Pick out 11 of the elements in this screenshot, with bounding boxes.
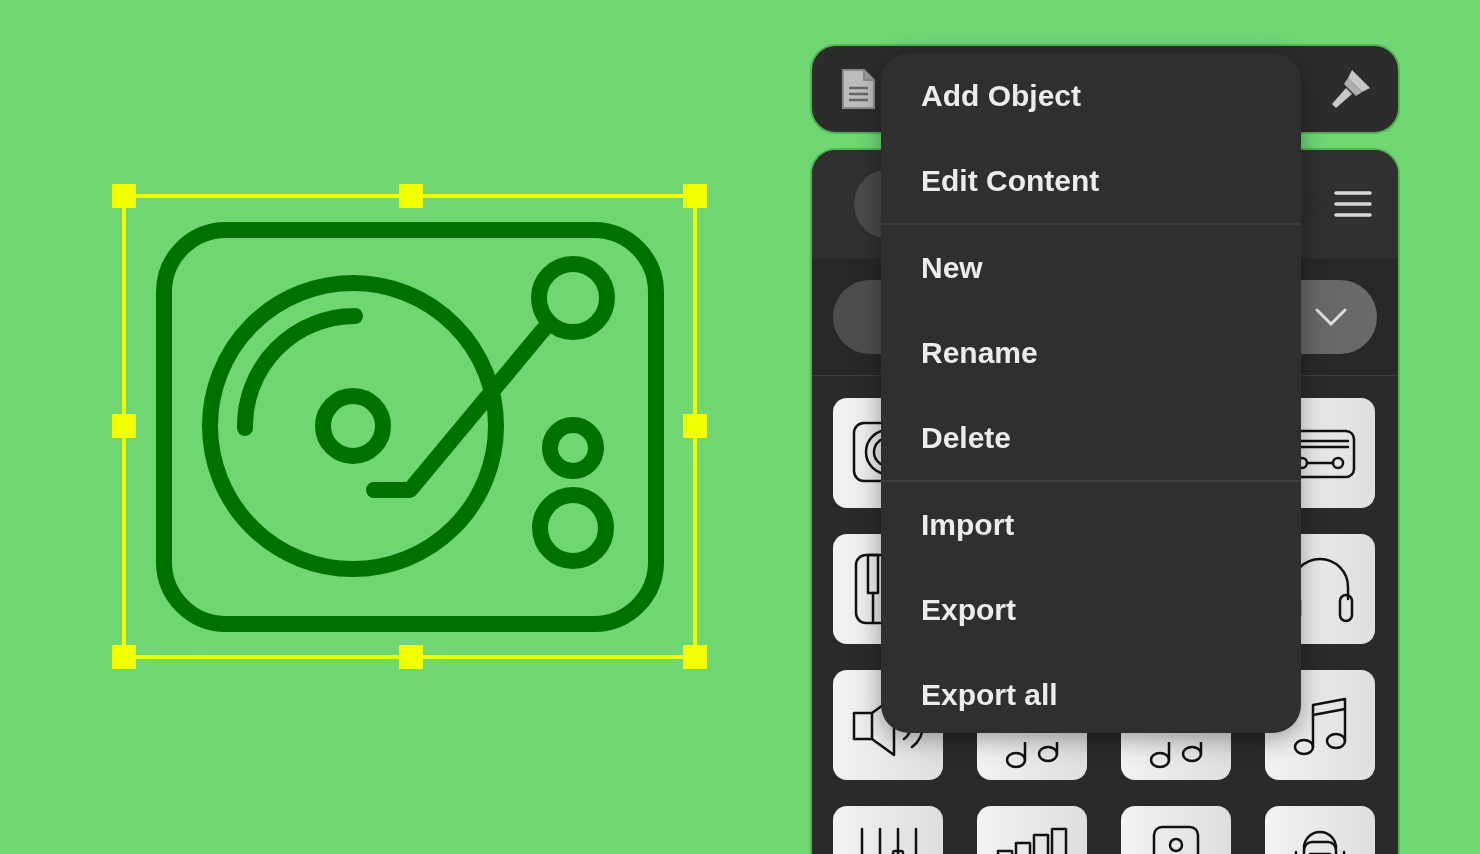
menu-item[interactable]: New <box>881 225 1301 310</box>
menu-item[interactable]: Edit Content <box>881 138 1301 223</box>
menu-icon[interactable] <box>1334 190 1372 218</box>
document-icon[interactable] <box>840 68 876 110</box>
menu-item[interactable]: Delete <box>881 395 1301 480</box>
menu-item[interactable]: Add Object <box>881 53 1301 138</box>
menu-item[interactable]: Rename <box>881 310 1301 395</box>
menu-item[interactable]: Export <box>881 567 1301 652</box>
chevron-down-icon <box>1315 307 1347 326</box>
menu-item[interactable]: Import <box>881 482 1301 567</box>
menu-item[interactable]: Export all <box>881 652 1301 733</box>
